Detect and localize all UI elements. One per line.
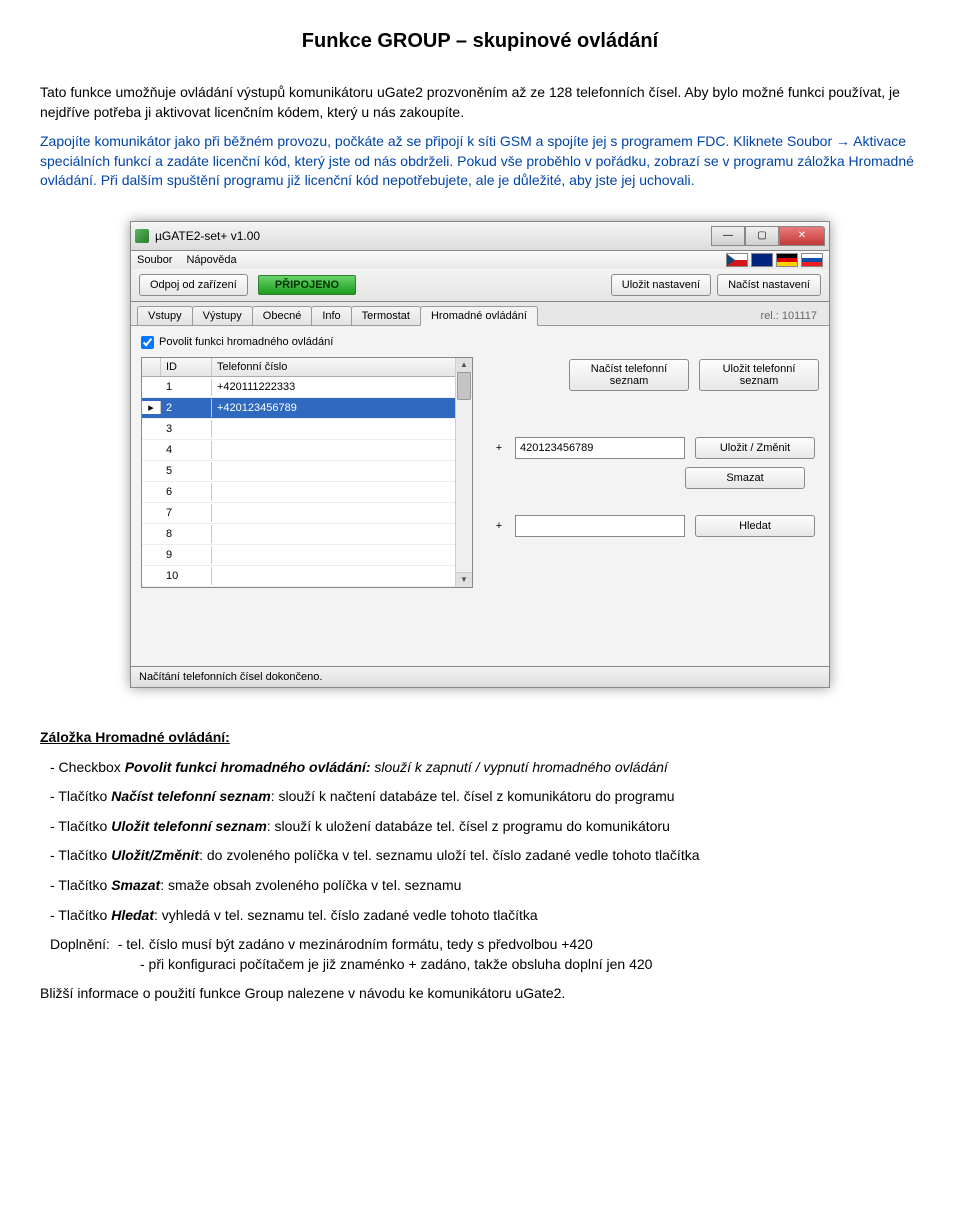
enable-group-label: Povolit funkci hromadného ovládání (159, 336, 333, 348)
tab-body: Povolit funkci hromadného ovládání ID Te… (130, 325, 830, 667)
bullet-6: - Tlačítko Hledat: vyhledá v tel. seznam… (40, 906, 920, 926)
table-row[interactable]: 10 (142, 566, 472, 587)
enable-group-checkbox[interactable] (141, 336, 154, 349)
section-head: Záložka Hromadné ovládání: (40, 728, 920, 748)
statusbar: Načítání telefonních čísel dokončeno. (130, 667, 830, 688)
bullet-3: - Tlačítko Uložit telefonní seznam: slou… (40, 817, 920, 837)
menubar: Soubor Nápověda (130, 251, 830, 269)
app-window: µGATE2-set+ v1.00 — ▢ ✕ Soubor Nápověda … (130, 221, 830, 688)
table-row[interactable]: 4 (142, 440, 472, 461)
close-button[interactable]: ✕ (779, 226, 825, 246)
scroll-thumb[interactable] (457, 372, 471, 400)
scroll-up-icon[interactable]: ▲ (456, 358, 472, 373)
header-id: ID (161, 358, 212, 376)
flag-uk-icon[interactable] (751, 253, 773, 267)
table-row[interactable]: 7 (142, 503, 472, 524)
toolbar: Odpoj od zařízení PŘIPOJENO Uložit nasta… (130, 269, 830, 302)
delete-button[interactable]: Smazat (685, 467, 805, 489)
tab-termostat[interactable]: Termostat (351, 306, 421, 325)
menu-file[interactable]: Soubor (137, 254, 172, 266)
side-panel: Načíst telefonní seznam Uložit telefonní… (493, 357, 819, 588)
window-titlebar: µGATE2-set+ v1.00 — ▢ ✕ (130, 221, 830, 251)
maximize-button[interactable]: ▢ (745, 226, 779, 246)
plus-label-search: + (493, 520, 505, 532)
window-title-text: µGATE2-set+ v1.00 (155, 229, 711, 243)
table-header: ID Telefonní číslo (142, 358, 472, 377)
connection-status: PŘIPOJENO (258, 275, 356, 295)
bullet-2: - Tlačítko Načíst telefonní seznam: slou… (40, 787, 920, 807)
bullet-4: - Tlačítko Uložit/Změnit: do zvoleného p… (40, 846, 920, 866)
bullet-5: - Tlačítko Smazat: smaže obsah zvoleného… (40, 876, 920, 896)
release-label: rel.: 101117 (755, 307, 823, 325)
scroll-down-icon[interactable]: ▼ (456, 572, 472, 587)
minimize-button[interactable]: — (711, 226, 745, 246)
enable-group-row: Povolit funkci hromadného ovládání (141, 336, 819, 349)
flag-sk-icon[interactable] (801, 253, 823, 267)
language-flags (726, 253, 823, 267)
table-row[interactable]: 3 (142, 419, 472, 440)
table-row[interactable]: 9 (142, 545, 472, 566)
tabstrip: Vstupy Výstupy Obecné Info Termostat Hro… (130, 302, 830, 325)
load-list-button[interactable]: Načíst telefonní seznam (569, 359, 689, 391)
search-button[interactable]: Hledat (695, 515, 815, 537)
menu-help[interactable]: Nápověda (186, 254, 236, 266)
app-icon (135, 229, 149, 243)
disconnect-button[interactable]: Odpoj od zařízení (139, 274, 248, 296)
intro-paragraph-2: Zapojíte komunikátor jako při běžném pro… (40, 132, 920, 191)
flag-cz-icon[interactable] (726, 253, 748, 267)
search-number-input[interactable] (515, 515, 685, 537)
tab-vstupy[interactable]: Vstupy (137, 306, 193, 325)
tab-info[interactable]: Info (311, 306, 351, 325)
scrollbar[interactable]: ▲ ▼ (455, 358, 472, 587)
table-row[interactable]: 5 (142, 461, 472, 482)
tab-hromadne[interactable]: Hromadné ovládání (420, 306, 538, 326)
table-row[interactable]: 1 +420111222333 (142, 377, 472, 398)
plus-label: + (493, 442, 505, 454)
page-title: Funkce GROUP – skupinové ovládání (40, 30, 920, 53)
save-settings-button[interactable]: Uložit nastavení (611, 274, 711, 296)
table-row[interactable]: ▸ 2 +420123456789 (142, 398, 472, 419)
footer-text: Bližší informace o použití funkce Group … (40, 984, 920, 1004)
flag-de-icon[interactable] (776, 253, 798, 267)
tab-obecne[interactable]: Obecné (252, 306, 313, 325)
phone-table[interactable]: ID Telefonní číslo 1 +420111222333 ▸ 2 +… (141, 357, 473, 588)
save-change-button[interactable]: Uložit / Změnit (695, 437, 815, 459)
load-settings-button[interactable]: Načíst nastavení (717, 274, 821, 296)
header-number: Telefonní číslo (212, 358, 472, 376)
bullet-1: - Checkbox Povolit funkci hromadného ovl… (40, 758, 920, 778)
save-list-button[interactable]: Uložit telefonní seznam (699, 359, 819, 391)
table-row[interactable]: 6 (142, 482, 472, 503)
edit-number-input[interactable]: 420123456789 (515, 437, 685, 459)
supplement: Doplnění: - tel. číslo musí být zadáno v… (40, 935, 920, 974)
tab-vystupy[interactable]: Výstupy (192, 306, 253, 325)
window-buttons: — ▢ ✕ (711, 226, 825, 246)
row-marker-icon: ▸ (142, 401, 161, 414)
table-row[interactable]: 8 (142, 524, 472, 545)
intro-paragraph-1: Tato funkce umožňuje ovládání výstupů ko… (40, 83, 920, 122)
